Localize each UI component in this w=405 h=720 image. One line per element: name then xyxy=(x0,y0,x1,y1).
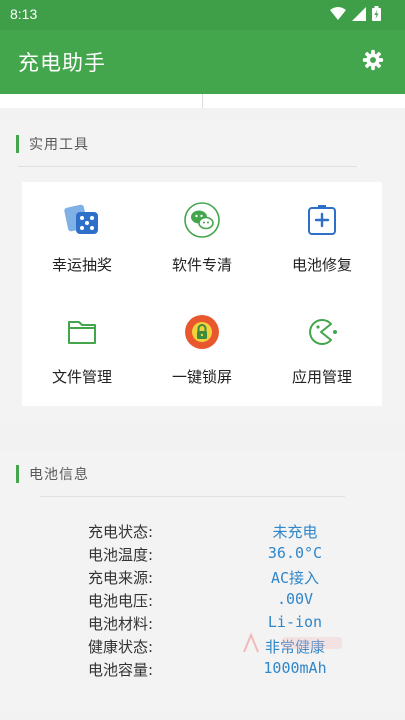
info-key: 电池材料: xyxy=(88,615,154,633)
info-row-charge-source: 充电来源: AC接入 xyxy=(40,567,356,589)
section-accent-bar xyxy=(16,135,19,153)
status-icons xyxy=(330,6,381,25)
wechat-icon xyxy=(184,202,220,238)
info-value: AC接入 xyxy=(270,569,320,587)
tool-label: 应用管理 xyxy=(291,368,352,386)
tool-label: 一键锁屏 xyxy=(171,368,232,386)
status-time: 8:13 xyxy=(10,6,38,22)
strip-divider xyxy=(202,94,203,108)
info-value: .00V xyxy=(276,590,314,608)
battery-section-header: 电池信息 xyxy=(16,464,89,484)
tool-label: 软件专清 xyxy=(171,256,232,274)
lock-icon xyxy=(184,314,220,350)
info-value: 36.0°C xyxy=(267,544,323,562)
info-key: 充电来源: xyxy=(88,569,154,587)
tools-card: 实用工具 幸运抽奖 软件专清 电池修复 文件管理 一键锁屏 应用管理 xyxy=(0,122,405,422)
app-manager-icon xyxy=(304,314,340,350)
app-bar: 充电助手 xyxy=(0,30,405,94)
tools-grid: 幸运抽奖 软件专清 电池修复 文件管理 一键锁屏 应用管理 xyxy=(22,182,382,406)
info-key: 电池电压: xyxy=(88,592,154,610)
section-accent-bar xyxy=(16,465,19,483)
tool-label: 文件管理 xyxy=(51,368,112,386)
settings-button[interactable] xyxy=(361,49,385,75)
info-key: 充电状态: xyxy=(88,523,154,541)
wifi-icon xyxy=(330,6,346,25)
app-title: 充电助手 xyxy=(18,51,106,75)
battery-charging-icon xyxy=(372,6,381,25)
info-key: 电池容量: xyxy=(88,661,154,679)
tool-file-manager[interactable]: 文件管理 xyxy=(22,294,142,394)
tool-one-key-lock[interactable]: 一键锁屏 xyxy=(142,294,262,394)
section-divider xyxy=(18,166,357,167)
info-value: Li-ion xyxy=(267,613,323,631)
dice-icon xyxy=(64,202,100,238)
top-strip xyxy=(0,94,405,108)
info-key: 电池温度: xyxy=(88,546,154,564)
tool-app-clean[interactable]: 软件专清 xyxy=(142,182,262,282)
battery-section-title: 电池信息 xyxy=(29,467,89,483)
battery-info-list: 充电状态: 未充电 电池温度: 36.0°C 充电来源: AC接入 电池电压: … xyxy=(40,497,356,707)
info-key: 健康状态: xyxy=(88,638,154,656)
folder-icon xyxy=(64,314,100,350)
tool-label: 电池修复 xyxy=(291,256,352,274)
tool-app-manager[interactable]: 应用管理 xyxy=(262,294,382,394)
battery-card: 电池信息 充电状态: 未充电 电池温度: 36.0°C 充电来源: AC接入 电… xyxy=(0,452,405,714)
info-value: 未充电 xyxy=(272,523,318,541)
battery-repair-icon xyxy=(304,202,340,238)
status-bar: 8:13 xyxy=(0,0,405,30)
tools-section-header: 实用工具 xyxy=(16,134,89,154)
info-row-charge-status: 充电状态: 未充电 xyxy=(40,521,356,543)
info-row-capacity: 电池容量: 1000mAh xyxy=(40,659,356,681)
info-row-voltage: 电池电压: .00V xyxy=(40,590,356,612)
watermark-logo xyxy=(242,632,352,654)
gear-icon[interactable] xyxy=(362,49,384,75)
tool-battery-repair[interactable]: 电池修复 xyxy=(262,182,382,282)
tool-lucky-draw[interactable]: 幸运抽奖 xyxy=(22,182,142,282)
signal-icon xyxy=(352,6,366,25)
tools-section-title: 实用工具 xyxy=(29,137,89,153)
tool-label: 幸运抽奖 xyxy=(51,256,112,274)
info-row-temperature: 电池温度: 36.0°C xyxy=(40,544,356,566)
info-value: 1000mAh xyxy=(263,659,327,677)
